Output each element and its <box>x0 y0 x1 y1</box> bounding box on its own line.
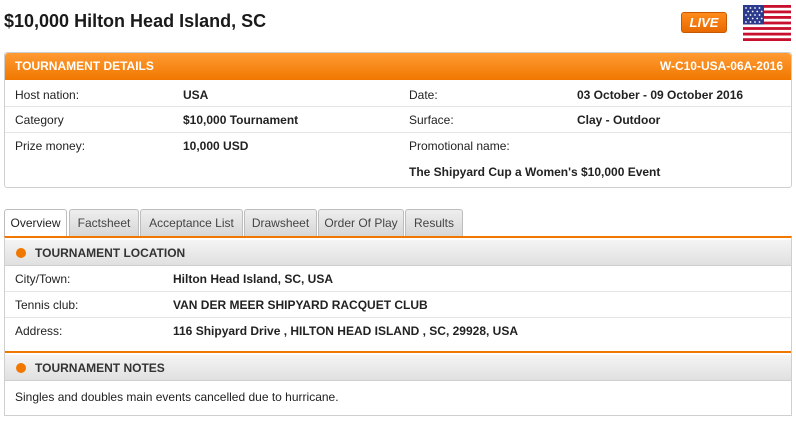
tournament-location-title: TOURNAMENT LOCATION <box>35 246 186 260</box>
surface-label: Surface: <box>409 113 454 127</box>
tennis-club-label: Tennis club: <box>15 298 79 312</box>
tournament-details-header: TOURNAMENT DETAILS W-C10-USA-06A-2016 <box>5 53 791 80</box>
live-badge[interactable]: LIVE <box>681 12 727 33</box>
tournament-details-title: TOURNAMENT DETAILS <box>15 59 154 73</box>
city-label: City/Town: <box>15 272 71 286</box>
tournament-notes-text: Singles and doubles main events cancelle… <box>15 390 339 404</box>
address-label: Address: <box>15 324 63 338</box>
tab-acceptance-list[interactable]: Acceptance List <box>140 209 243 237</box>
bullet-icon <box>16 363 26 373</box>
host-nation-value: USA <box>183 88 209 102</box>
category-label: Category <box>15 113 64 127</box>
bullet-icon <box>16 248 26 258</box>
page-title: $10,000 Hilton Head Island, SC <box>4 11 267 31</box>
prize-money-label: Prize money: <box>15 139 86 153</box>
prize-money-value: 10,000 USD <box>183 139 249 153</box>
tab-drawsheet[interactable]: Drawsheet <box>244 209 317 237</box>
date-value: 03 October - 09 October 2016 <box>577 88 744 102</box>
overview-content: TOURNAMENT LOCATION City/Town: Hilton He… <box>4 236 792 416</box>
address-value: 116 Shipyard Drive , HILTON HEAD ISLAND … <box>173 324 518 338</box>
promotional-name-label: Promotional name: <box>409 139 510 153</box>
host-nation-label: Host nation: <box>15 88 80 102</box>
tab-order-of-play[interactable]: Order Of Play <box>318 209 404 237</box>
promotional-name-value: The Shipyard Cup a Women's $10,000 Event <box>409 165 661 179</box>
tournament-code: W-C10-USA-06A-2016 <box>659 59 783 73</box>
tab-results[interactable]: Results <box>405 209 463 237</box>
city-value: Hilton Head Island, SC, USA <box>173 272 334 286</box>
tab-factsheet[interactable]: Factsheet <box>69 209 139 237</box>
tournament-details-panel: TOURNAMENT DETAILS W-C10-USA-06A-2016 Ho… <box>4 52 792 188</box>
tournament-location-header: TOURNAMENT LOCATION <box>5 240 791 266</box>
surface-value: Clay - Outdoor <box>577 113 661 127</box>
date-label: Date: <box>409 88 438 102</box>
tournament-notes-title: TOURNAMENT NOTES <box>35 361 165 375</box>
tennis-club-value: VAN DER MEER SHIPYARD RACQUET CLUB <box>173 298 428 312</box>
category-value: $10,000 Tournament <box>183 113 299 127</box>
usa-flag-icon <box>743 5 791 41</box>
tab-overview[interactable]: Overview <box>4 209 67 238</box>
tournament-notes-header: TOURNAMENT NOTES <box>5 355 791 381</box>
